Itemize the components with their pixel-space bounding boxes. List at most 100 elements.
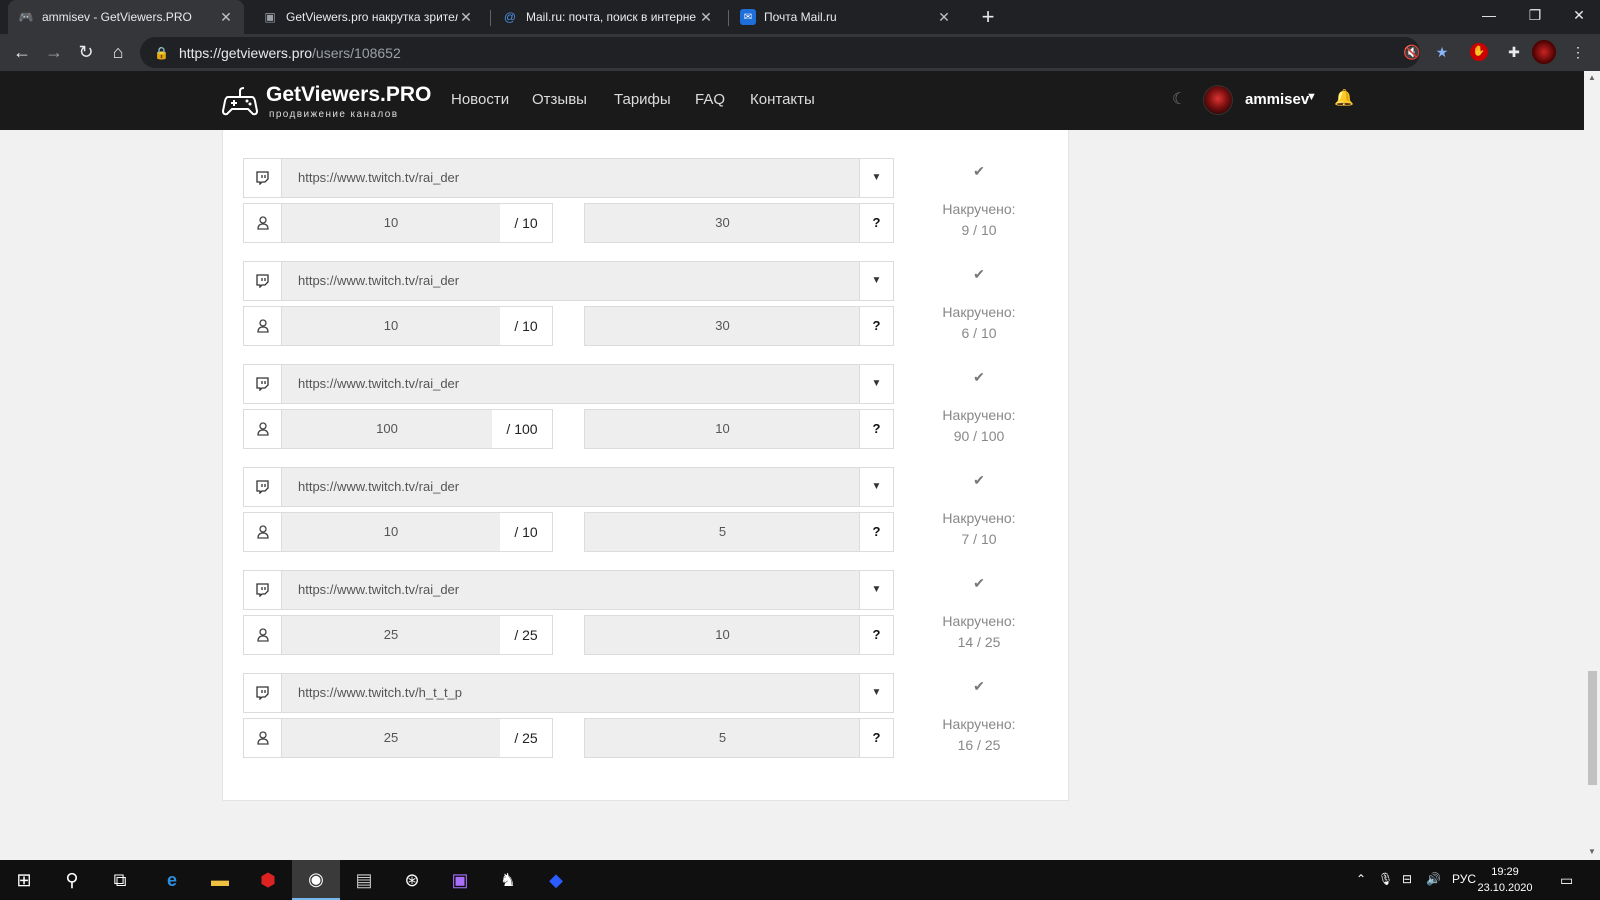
duration-value[interactable]: 10 [585,410,860,448]
restore-button[interactable]: ❐ [1512,0,1558,30]
search-icon[interactable]: ⚲ [48,860,96,900]
close-tab-icon[interactable]: ✕ [218,9,234,26]
close-tab-icon[interactable]: ✕ [936,9,952,26]
duration-field[interactable]: 30? [584,306,894,346]
stream-url-field[interactable]: https://www.twitch.tv/rai_der ▼ [243,570,894,610]
nav-news[interactable]: Новости [451,91,509,108]
extension-icon[interactable]: ✋ [1470,43,1488,61]
viewers-count-value[interactable]: 25 [282,719,500,757]
app-wolf-icon[interactable]: ♞ [484,860,532,900]
viewers-count-field[interactable]: 10 / 10 [243,306,553,346]
reload-button[interactable]: ↻ [72,38,100,66]
minimize-button[interactable]: — [1466,0,1512,30]
extensions-puzzle-icon[interactable]: ✚ [1502,40,1526,64]
stream-url-field[interactable]: https://www.twitch.tv/rai_der ▼ [243,261,894,301]
tray-chevron-up-icon[interactable]: ⌃ [1356,872,1366,886]
help-button[interactable]: ? [859,307,893,345]
back-button[interactable]: ← [8,38,36,66]
stream-url-field[interactable]: https://www.twitch.tv/rai_der ▼ [243,467,894,507]
forward-button[interactable]: → [40,38,68,66]
profile-avatar-icon[interactable] [1532,40,1556,64]
dropdown-caret-icon[interactable]: ▼ [859,674,893,712]
twitch-app-icon[interactable]: ▣ [436,860,484,900]
viewers-count-value[interactable]: 25 [282,616,500,654]
dropdown-caret-icon[interactable]: ▼ [859,571,893,609]
scrollbar-thumb[interactable] [1588,671,1597,785]
nav-faq[interactable]: FAQ [695,91,725,108]
microphone-icon[interactable]: 🎙 [1378,872,1393,886]
viewers-count-field[interactable]: 10 / 10 [243,203,553,243]
dropdown-caret-icon[interactable]: ▼ [859,262,893,300]
duration-field[interactable]: 10? [584,409,894,449]
file-explorer-icon[interactable]: ▬ [196,860,244,900]
app-red-icon[interactable]: ⬢ [244,860,292,900]
browser-tab[interactable]: @ Mail.ru: почта, поиск в интерне ✕ [492,0,724,34]
scroll-down-arrow-icon[interactable]: ▼ [1587,847,1597,856]
username[interactable]: ammisev [1245,91,1309,108]
nav-tariffs[interactable]: Тарифы [614,91,671,108]
steam-icon[interactable]: ⊛ [388,860,436,900]
menu-dots-icon[interactable]: ⋮ [1566,40,1590,64]
viewers-count-value[interactable]: 100 [282,410,492,448]
help-button[interactable]: ? [859,513,893,551]
dropdown-caret-icon[interactable]: ▼ [859,159,893,197]
duration-field[interactable]: 5? [584,718,894,758]
page-scrollbar[interactable]: ▲ ▼ [1584,71,1600,860]
viewers-count-value[interactable]: 10 [282,307,500,345]
dark-mode-moon-icon[interactable]: ☾ [1172,89,1186,109]
bell-icon[interactable]: 🔔 [1334,88,1354,108]
viewers-count-field[interactable]: 10 / 10 [243,512,553,552]
stream-url-field[interactable]: https://www.twitch.tv/rai_der ▼ [243,158,894,198]
stream-url-field[interactable]: https://www.twitch.tv/rai_der ▼ [243,364,894,404]
chevron-down-icon[interactable]: ▼ [1306,91,1317,103]
duration-field[interactable]: 30? [584,203,894,243]
stream-url-value[interactable]: https://www.twitch.tv/rai_der [282,571,859,609]
logo-title[interactable]: GetViewers.PRO [266,83,431,107]
stream-url-value[interactable]: https://www.twitch.tv/rai_der [282,468,859,506]
new-tab-button[interactable]: + [975,4,1001,30]
scroll-up-arrow-icon[interactable]: ▲ [1587,73,1597,82]
volume-icon[interactable]: 🔊 [1426,872,1441,886]
system-clock[interactable]: 19:29 23.10.2020 [1470,864,1540,896]
duration-value[interactable]: 5 [585,719,860,757]
nav-contacts[interactable]: Контакты [750,91,815,108]
stream-url-value[interactable]: https://www.twitch.tv/rai_der [282,159,859,197]
help-button[interactable]: ? [859,410,893,448]
viewers-count-field[interactable]: 25 / 25 [243,615,553,655]
app-window-icon[interactable]: ▤ [340,860,388,900]
user-avatar[interactable] [1203,85,1233,115]
nav-reviews[interactable]: Отзывы [532,91,587,108]
dropdown-caret-icon[interactable]: ▼ [859,468,893,506]
address-bar[interactable]: 🔒 https://getviewers.pro/users/108652 [140,37,1420,68]
stream-url-value[interactable]: https://www.twitch.tv/rai_der [282,365,859,403]
windows-start-icon[interactable]: ⊞ [0,860,48,900]
duration-value[interactable]: 10 [585,616,860,654]
dropdown-caret-icon[interactable]: ▼ [859,365,893,403]
viewers-count-value[interactable]: 10 [282,204,500,242]
chrome-icon[interactable]: ◉ [292,860,340,900]
duration-value[interactable]: 5 [585,513,860,551]
network-icon[interactable]: ⊟ [1402,872,1412,886]
stream-url-value[interactable]: https://www.twitch.tv/rai_der [282,262,859,300]
close-tab-icon[interactable]: ✕ [458,9,474,26]
viewers-count-value[interactable]: 10 [282,513,500,551]
help-button[interactable]: ? [859,719,893,757]
mute-site-icon[interactable]: 🔇 [1400,40,1424,64]
browser-tab[interactable]: ▣ GetViewers.pro накрутка зрител ✕ [252,0,484,34]
home-button[interactable]: ⌂ [104,38,132,66]
close-window-button[interactable]: ✕ [1556,0,1600,30]
stream-url-value[interactable]: https://www.twitch.tv/h_t_t_p [282,674,859,712]
bookmark-star-icon[interactable]: ★ [1430,40,1454,64]
notifications-icon[interactable]: ▭ [1560,872,1573,889]
viewers-count-field[interactable]: 25 / 25 [243,718,553,758]
edge-icon[interactable]: e [148,860,196,900]
browser-tab[interactable]: 🎮 ammisev - GetViewers.PRO ✕ [8,0,244,34]
duration-value[interactable]: 30 [585,307,860,345]
task-view-icon[interactable]: ⧉ [96,860,144,900]
help-button[interactable]: ? [859,616,893,654]
stream-url-field[interactable]: https://www.twitch.tv/h_t_t_p ▼ [243,673,894,713]
duration-field[interactable]: 10? [584,615,894,655]
app-diamond-icon[interactable]: ◆ [532,860,580,900]
browser-tab[interactable]: ✉ Почта Mail.ru ✕ [730,0,962,34]
help-button[interactable]: ? [859,204,893,242]
